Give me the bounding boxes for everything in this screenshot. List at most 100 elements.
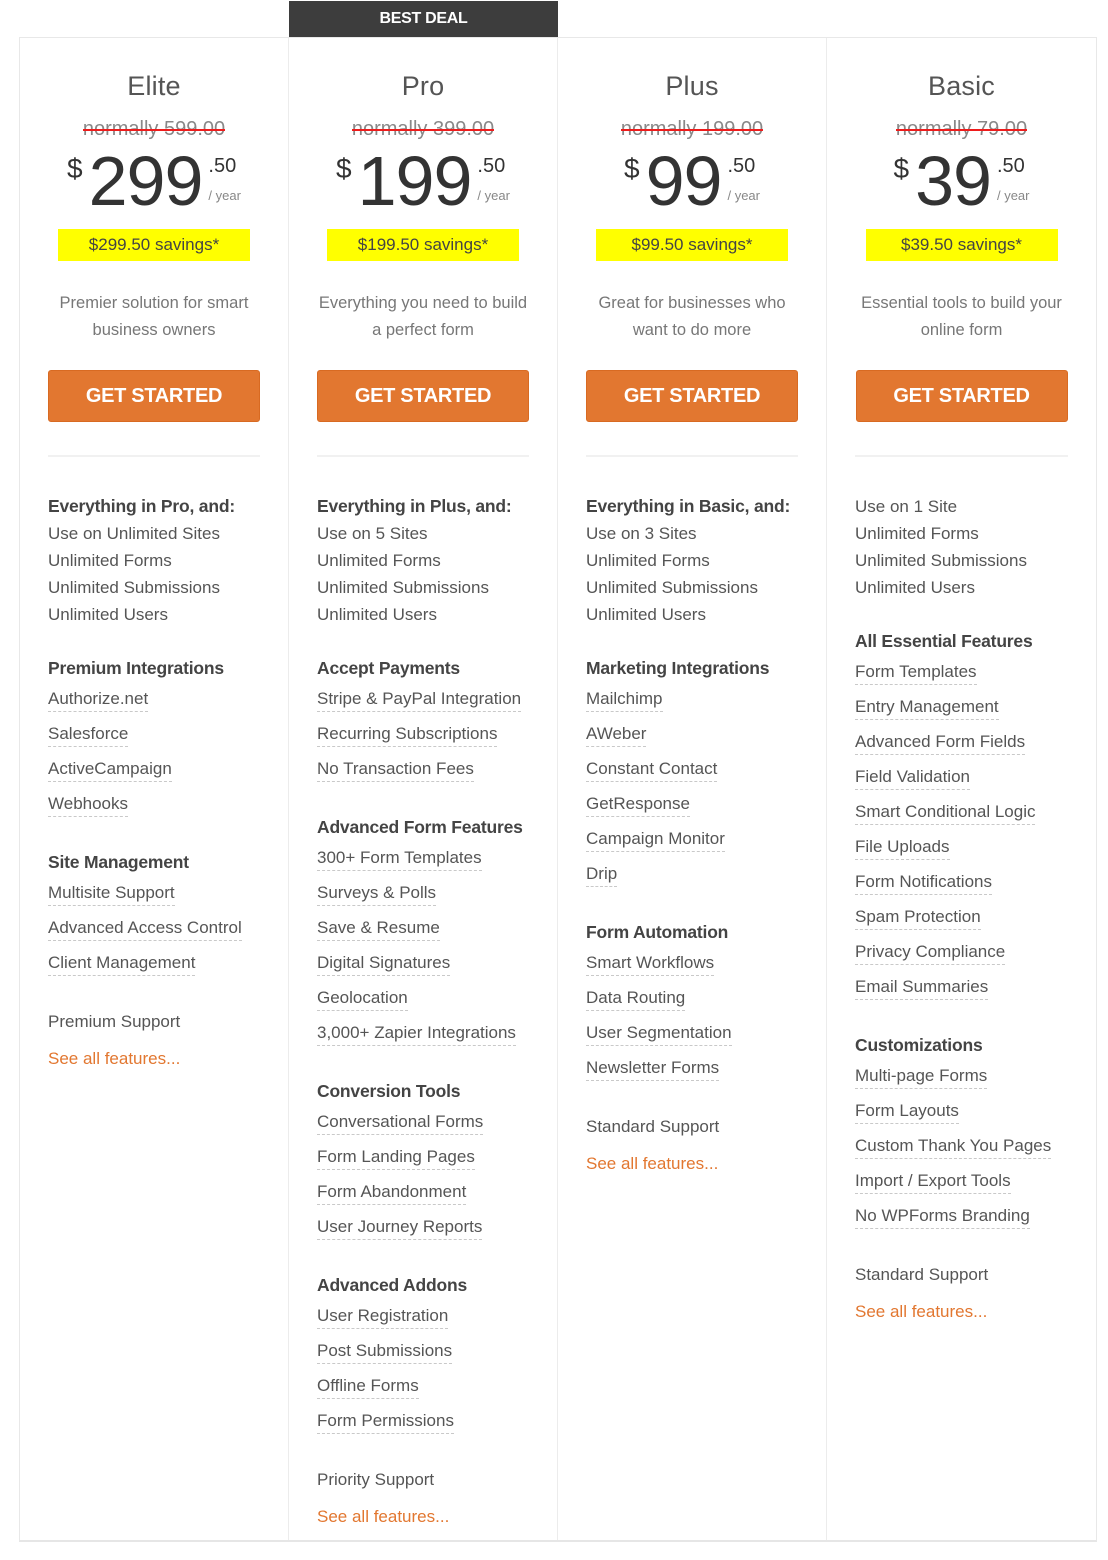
feature-row: Campaign Monitor (586, 822, 798, 857)
feature-item: Unlimited Submissions (586, 578, 758, 597)
feature-row: Smart Conditional Logic (855, 795, 1068, 830)
feature-tooltip-link[interactable]: Geolocation (317, 986, 408, 1011)
see-all-features-link[interactable]: See all features... (317, 1503, 449, 1530)
feature-tooltip-link[interactable]: Form Permissions (317, 1409, 454, 1434)
plan-price: $ 299 .50 / year (48, 145, 260, 217)
divider (48, 455, 260, 457)
see-all-features-link[interactable]: See all features... (48, 1045, 180, 1072)
feature-tooltip-link[interactable]: Multi-page Forms (855, 1064, 988, 1089)
feature-tooltip-link[interactable]: Multisite Support (48, 881, 175, 906)
feature-item: Unlimited Users (317, 605, 437, 624)
feature-tooltip-link[interactable]: ActiveCampaign (48, 757, 172, 782)
feature-tooltip-link[interactable]: Form Notifications (855, 870, 992, 895)
feature-row: Multisite Support (48, 876, 260, 911)
feature-tooltip-link[interactable]: Form Abandonment (317, 1180, 467, 1205)
feature-tooltip-link[interactable]: Form Templates (855, 660, 977, 685)
feature-tooltip-link[interactable]: File Uploads (855, 835, 950, 860)
feature-tooltip-link[interactable]: Conversational Forms (317, 1110, 484, 1135)
feature-tooltip-link[interactable]: Drip (586, 862, 618, 887)
get-started-button[interactable]: GET STARTED (855, 370, 1068, 422)
feature-tooltip-link[interactable]: Form Landing Pages (317, 1145, 475, 1170)
feature-tooltip-link[interactable]: Advanced Access Control (48, 916, 242, 941)
feature-tooltip-link[interactable]: No Transaction Fees (317, 757, 474, 782)
plan-price: $ 199 .50 / year (317, 145, 529, 217)
feature-tooltip-link[interactable]: Save & Resume (317, 916, 440, 941)
billing-period: / year (727, 188, 760, 203)
normal-price: normally 599.00 (48, 117, 260, 141)
feature-row: Conversational Forms (317, 1105, 529, 1140)
feature-group: Advanced Addons User Registration Post Sub… (317, 1272, 529, 1439)
feature-tooltip-link[interactable]: Webhooks (48, 792, 129, 817)
feature-tooltip-link[interactable]: Import / Export Tools (855, 1169, 1011, 1194)
feature-item: Use on 5 Sites (317, 524, 428, 543)
savings-badge: $199.50 savings* (327, 229, 519, 261)
intro-group: Everything in Basic, and: Use on 3 Sites U… (586, 493, 798, 628)
feature-tooltip-link[interactable]: Digital Signatures (317, 951, 451, 976)
price-whole: 199 (357, 142, 473, 220)
feature-tooltip-link[interactable]: AWeber (586, 722, 647, 747)
feature-tooltip-link[interactable]: Custom Thank You Pages (855, 1134, 1052, 1159)
feature-tooltip-link[interactable]: Offline Forms (317, 1374, 419, 1399)
feature-row: Form Templates (855, 655, 1068, 690)
feature-row: No WPForms Branding (855, 1199, 1068, 1234)
feature-tooltip-link[interactable]: Smart Conditional Logic (855, 800, 1036, 825)
feature-tooltip-link[interactable]: Client Management (48, 951, 196, 976)
plan-price: $ 99 .50 / year (586, 145, 798, 217)
see-all-features-link[interactable]: See all features... (855, 1298, 987, 1325)
feature-tooltip-link[interactable]: Spam Protection (855, 905, 981, 930)
feature-tooltip-link[interactable]: Form Layouts (855, 1099, 959, 1124)
feature-tooltip-link[interactable]: Post Submissions (317, 1339, 453, 1364)
see-all-features-link[interactable]: See all features... (586, 1150, 718, 1177)
get-started-button[interactable]: GET STARTED (586, 370, 798, 422)
support-level: Standard Support (855, 1265, 989, 1284)
divider (586, 455, 798, 457)
plan-name: Basic (927, 71, 996, 101)
feature-row: Drip (586, 857, 798, 892)
feature-tooltip-link[interactable]: Surveys & Polls (317, 881, 437, 906)
feature-tooltip-link[interactable]: Data Routing (586, 986, 686, 1011)
feature-tooltip-link[interactable]: User Registration (317, 1304, 449, 1329)
feature-tooltip-link[interactable]: Newsletter Forms (586, 1056, 720, 1081)
price-cents: .50 (477, 155, 506, 177)
get-started-button[interactable]: GET STARTED (317, 370, 529, 422)
plan-tagline: Everything you need to build a perfect f… (318, 294, 528, 339)
feature-tooltip-link[interactable]: Email Summaries (855, 975, 989, 1000)
feature-tooltip-link[interactable]: Stripe & PayPal Integration (317, 687, 522, 712)
feature-group: Premium Integrations Authorize.net Salesfo… (48, 655, 260, 822)
strikethrough-price: normally 79.00 (895, 118, 1028, 140)
feature-row: GetResponse (586, 787, 798, 822)
feature-tooltip-link[interactable]: Recurring Subscriptions (317, 722, 498, 747)
feature-row: Recurring Subscriptions (317, 717, 529, 752)
feature-row: Newsletter Forms (586, 1051, 798, 1086)
currency-symbol: $ (893, 153, 910, 184)
feature-tooltip-link[interactable]: Salesforce (48, 722, 129, 747)
billing-period: / year (996, 188, 1030, 203)
feature-tooltip-link[interactable]: Mailchimp (586, 687, 663, 712)
feature-item: Unlimited Forms (855, 524, 979, 543)
feature-tooltip-link[interactable]: Constant Contact (586, 757, 718, 782)
feature-item: Use on 1 Site (855, 497, 958, 516)
feature-tooltip-link[interactable]: Privacy Compliance (855, 940, 1006, 965)
feature-group: All Essential Features Form Templates Entr… (855, 628, 1068, 1005)
plan-tagline: Essential tools to build your online for… (861, 294, 1062, 339)
feature-tooltip-link[interactable]: Smart Workflows (586, 951, 715, 976)
plan-name: Pro (401, 71, 445, 101)
feature-tooltip-link[interactable]: Field Validation (855, 765, 970, 790)
feature-tooltip-link[interactable]: Advanced Form Fields (855, 730, 1026, 755)
feature-tooltip-link[interactable]: 3,000+ Zapier Integrations (317, 1021, 516, 1046)
feature-row: Data Routing (586, 981, 798, 1016)
group-title: All Essential Features (855, 631, 1033, 651)
best-deal-badge: BEST DEAL (289, 1, 558, 37)
feature-tooltip-link[interactable]: No WPForms Branding (855, 1204, 1030, 1229)
feature-tooltip-link[interactable]: GetResponse (586, 792, 690, 817)
feature-row: Multi-page Forms (855, 1059, 1068, 1094)
get-started-button[interactable]: GET STARTED (48, 370, 260, 422)
feature-tooltip-link[interactable]: User Journey Reports (317, 1215, 483, 1240)
feature-tooltip-link[interactable]: Entry Management (855, 695, 999, 720)
feature-tooltip-link[interactable]: User Segmentation (586, 1021, 732, 1046)
feature-tooltip-link[interactable]: Authorize.net (48, 687, 149, 712)
feature-tooltip-link[interactable]: Campaign Monitor (586, 827, 725, 852)
feature-row: Form Landing Pages (317, 1140, 529, 1175)
price-whole: 99 (645, 142, 723, 220)
feature-tooltip-link[interactable]: 300+ Form Templates (317, 846, 482, 871)
